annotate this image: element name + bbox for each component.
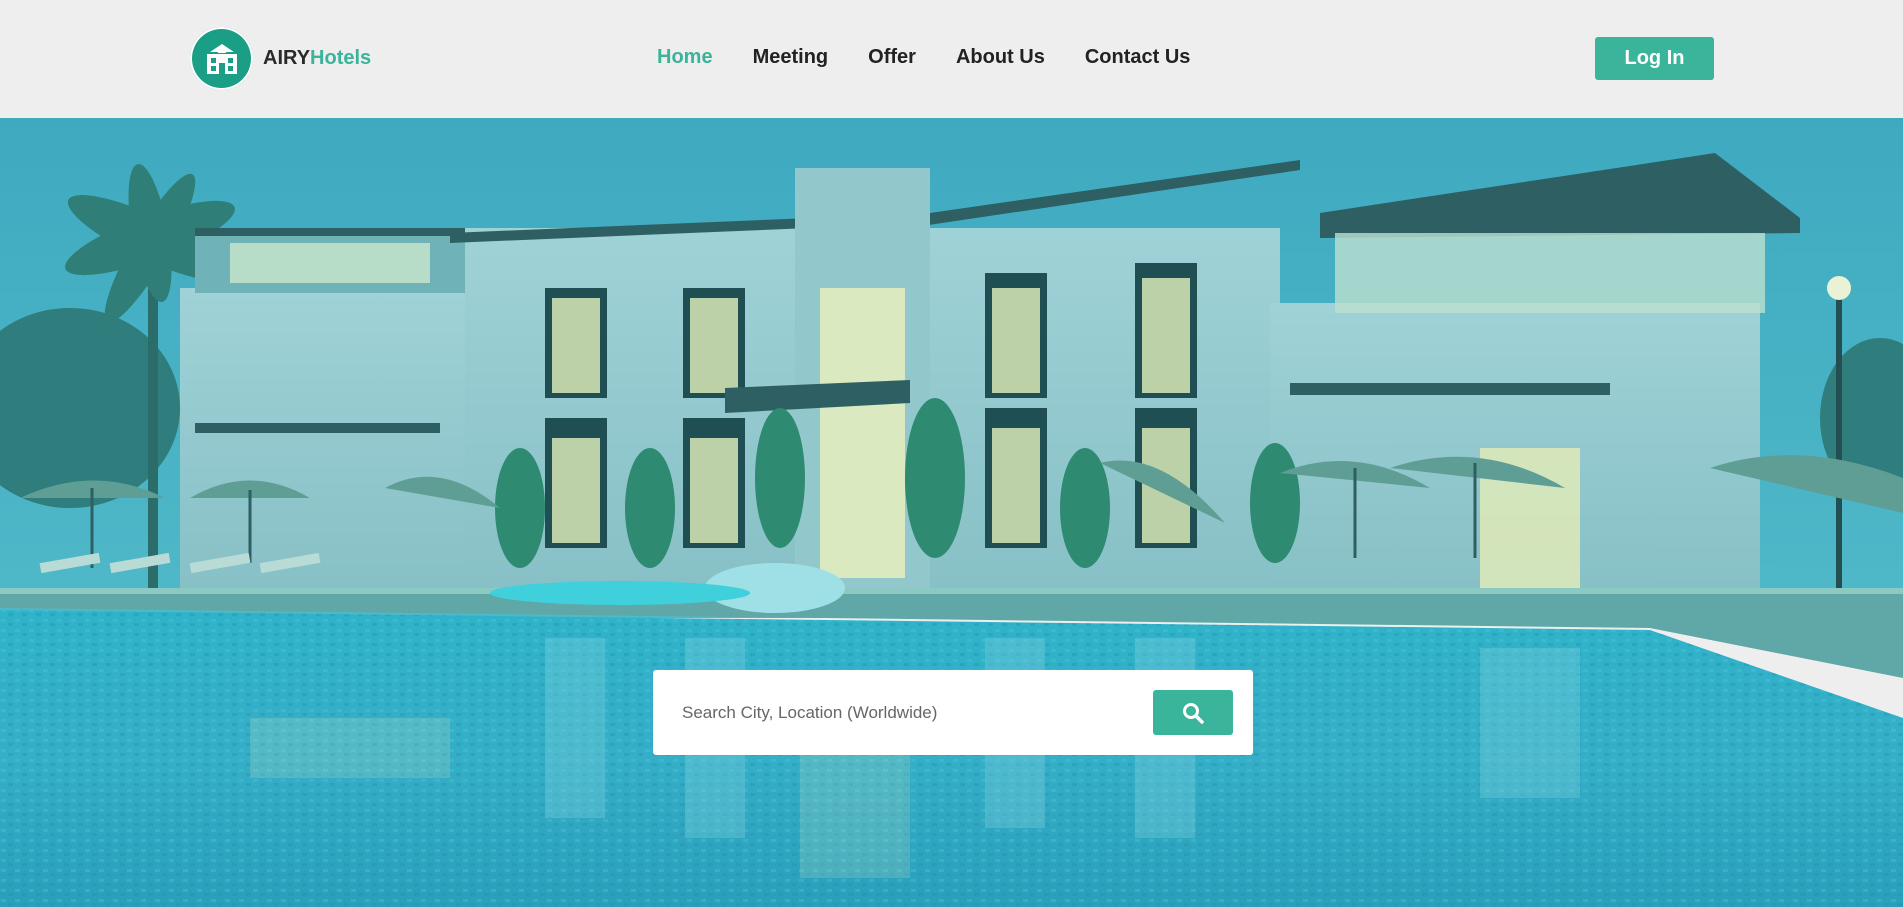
nav-item-offer[interactable]: Offer (868, 46, 916, 69)
nav-item-meeting[interactable]: Meeting (753, 46, 829, 69)
nav-item-home[interactable]: Home (657, 46, 713, 69)
main-nav: Home Meeting Offer About Us Contact Us (657, 46, 1190, 69)
brand-name-part1: AIRY (263, 47, 311, 69)
nav-item-contact-us[interactable]: Contact Us (1085, 46, 1191, 69)
hotel-building-icon[interactable] (190, 27, 253, 90)
search-button[interactable] (1153, 690, 1233, 735)
brand-name-part2: Hotels (310, 47, 372, 69)
hero-banner (0, 118, 1903, 907)
brand[interactable]: AIRYHotels (190, 27, 371, 90)
search-box (653, 670, 1253, 755)
nav-item-about-us[interactable]: About Us (956, 46, 1045, 69)
login-button[interactable]: Log In (1595, 37, 1714, 80)
hotel-pool-hero-image (0, 118, 1903, 907)
search-input[interactable] (682, 692, 1112, 733)
brand-name[interactable]: AIRYHotels (263, 47, 371, 70)
site-header: AIRYHotels Home Meeting Offer About Us C… (0, 0, 1903, 118)
search-icon (1183, 702, 1204, 724)
